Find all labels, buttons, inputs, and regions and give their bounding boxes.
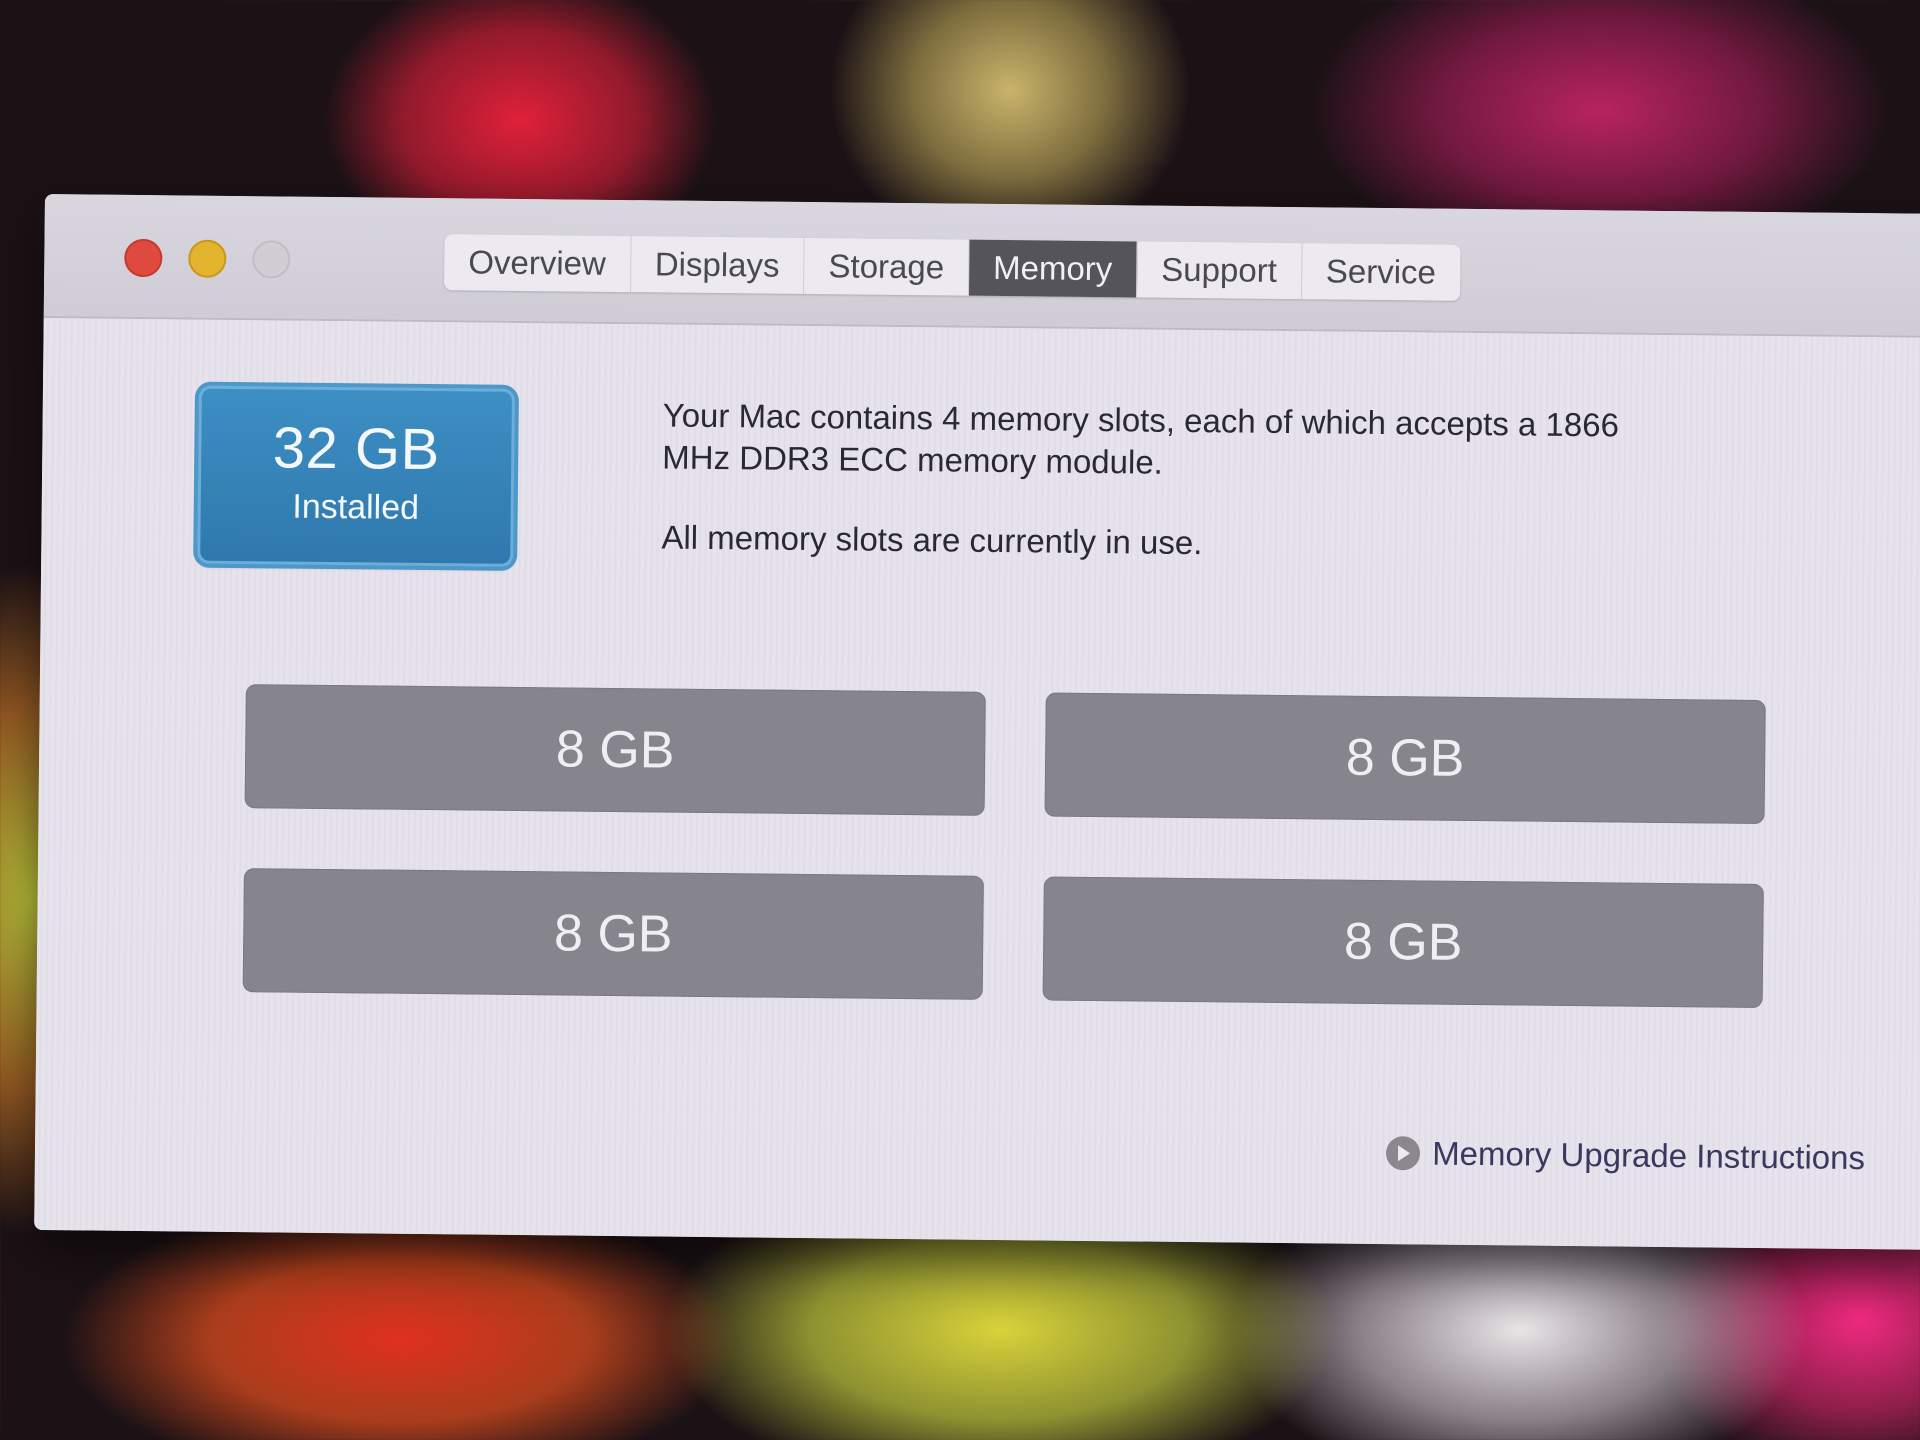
tab-service[interactable]: Service: [1302, 243, 1461, 301]
memory-slot: 8 GB: [242, 868, 984, 1000]
minimize-button[interactable]: [188, 239, 227, 278]
arrow-circle-right-icon: [1386, 1136, 1421, 1171]
tab-support[interactable]: Support: [1136, 241, 1303, 300]
memory-panel: 32 GB Installed Your Mac contains 4 memo…: [34, 317, 1920, 1250]
installed-label: Installed: [292, 487, 420, 527]
installed-size: 32 GB: [272, 415, 441, 483]
about-this-mac-window: Overview Displays Storage Memory Support…: [34, 194, 1920, 1250]
slots-description: Your Mac contains 4 memory slots, each o…: [662, 396, 1620, 481]
memory-upgrade-instructions-link[interactable]: Memory Upgrade Instructions: [1386, 1134, 1865, 1177]
memory-slot: 8 GB: [1044, 692, 1766, 825]
tab-displays[interactable]: Displays: [630, 236, 805, 294]
tab-storage[interactable]: Storage: [804, 237, 970, 296]
upgrade-link-label: Memory Upgrade Instructions: [1431, 1134, 1866, 1177]
close-button[interactable]: [124, 238, 163, 278]
tab-bar: Overview Displays Storage Memory Support…: [444, 234, 1461, 301]
tab-memory[interactable]: Memory: [968, 239, 1138, 298]
installed-memory-badge: 32 GB Installed: [197, 385, 515, 567]
zoom-button[interactable]: [252, 240, 291, 279]
slots-status: All memory slots are currently in use.: [661, 518, 1203, 562]
memory-description: Your Mac contains 4 memory slots, each o…: [661, 394, 1663, 568]
title-bar: Overview Displays Storage Memory Support…: [43, 194, 1920, 338]
tab-overview[interactable]: Overview: [444, 234, 632, 293]
memory-slot: 8 GB: [1042, 876, 1764, 1009]
memory-slots: 8 GB 8 GB 8 GB 8 GB: [242, 684, 1766, 1009]
memory-slot: 8 GB: [244, 684, 986, 816]
